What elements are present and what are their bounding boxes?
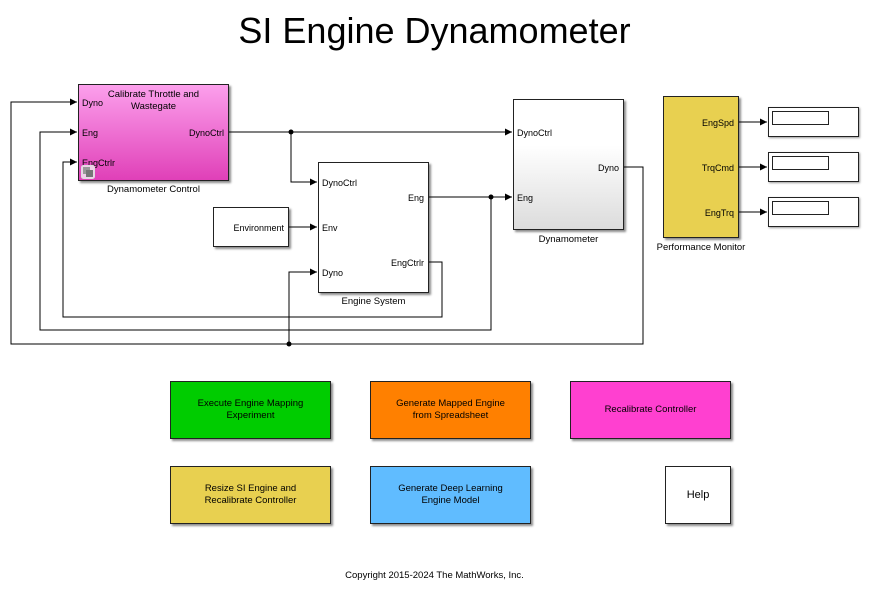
port-engtrq: EngTrq: [704, 208, 734, 218]
button-label: Help: [686, 489, 710, 501]
display-value: [772, 201, 829, 215]
copyright-text: Copyright 2015-2024 The MathWorks, Inc.: [345, 570, 524, 581]
performance-monitor-block[interactable]: EngSpd TrqCmd EngTrq: [663, 96, 739, 238]
display-engspd[interactable]: [768, 107, 859, 137]
port-eng: Eng: [517, 193, 534, 203]
dynamometer-control-label: Dynamometer Control: [107, 184, 200, 195]
display-engtrq[interactable]: [768, 197, 859, 227]
wire-dyno-to-engine: [288, 268, 317, 344]
port-dyno: Dyno: [82, 98, 104, 108]
engine-system-block[interactable]: DynoCtrl Env Dyno Eng EngCtrlr: [318, 162, 429, 293]
button-label: Engine Model: [421, 495, 480, 506]
button-label: Generate Deep Learning: [398, 483, 503, 494]
port-eng: Eng: [407, 193, 424, 203]
page-title: SI Engine Dynamometer: [238, 10, 631, 51]
button-label: Recalibrate Controller: [604, 404, 697, 415]
branch-point: [286, 341, 292, 347]
button-label: Recalibrate Controller: [204, 495, 297, 506]
dynamometer-control-block[interactable]: Calibrate Throttle and Wastegate Dyno En…: [78, 84, 229, 181]
button-label: from Spreadsheet: [412, 410, 489, 421]
port-engctrlr: EngCtrlr: [390, 258, 424, 268]
branch-point: [288, 129, 294, 135]
generate-deep-learning-button[interactable]: Generate Deep Learning Engine Model: [370, 466, 531, 524]
display-value: [772, 111, 829, 125]
display-value: [772, 156, 829, 170]
button-label: Execute Engine Mapping: [197, 398, 304, 409]
subsystem-mask-icon[interactable]: [81, 165, 95, 179]
execute-engine-mapping-button[interactable]: Execute Engine Mapping Experiment: [170, 381, 331, 439]
recalibrate-controller-button[interactable]: Recalibrate Controller: [570, 381, 731, 439]
port-dynoctrl: DynoCtrl: [322, 178, 358, 188]
port-dynoctrl: DynoCtrl: [517, 128, 553, 138]
resize-engine-button[interactable]: Resize SI Engine and Recalibrate Controll…: [170, 466, 331, 524]
generate-mapped-engine-button[interactable]: Generate Mapped Engine from Spreadsheet: [370, 381, 531, 439]
engine-system-label: Engine System: [341, 296, 406, 307]
environment-block[interactable]: Environment: [213, 207, 289, 247]
performance-monitor-label: Performance Monitor: [656, 242, 746, 253]
port-dyno: Dyno: [322, 268, 344, 278]
port-eng: Eng: [82, 128, 99, 138]
port-engspd: EngSpd: [701, 118, 734, 128]
button-label: Experiment: [226, 410, 275, 421]
help-button[interactable]: Help: [665, 466, 731, 524]
dynamometer-label: Dynamometer: [538, 234, 599, 245]
port-trqcmd: TrqCmd: [701, 163, 734, 173]
port-dynoctrl: DynoCtrl: [188, 128, 224, 138]
port-env: Env: [322, 223, 338, 233]
button-label: Generate Mapped Engine: [396, 398, 505, 409]
dynamometer-block[interactable]: DynoCtrl Eng Dyno: [513, 99, 624, 230]
display-trqcmd[interactable]: [768, 152, 859, 182]
port-dyno: Dyno: [597, 163, 619, 173]
wire-dynoctrl-to-engine: [290, 132, 317, 186]
port-environment: Environment: [233, 223, 284, 233]
button-label: Resize SI Engine and: [204, 483, 297, 494]
branch-point: [488, 194, 494, 200]
